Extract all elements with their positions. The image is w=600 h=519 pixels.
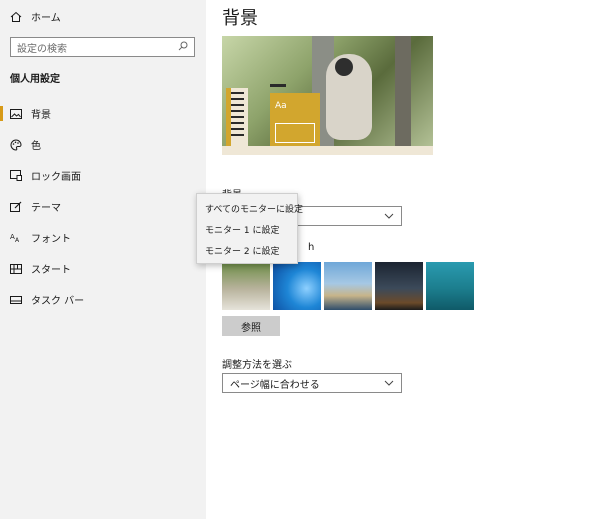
sidebar-item-background[interactable]: 背景 xyxy=(0,98,206,129)
sidebar-item-label: テーマ xyxy=(31,203,61,214)
lock-screen-icon xyxy=(10,170,22,182)
chevron-down-icon xyxy=(384,378,394,389)
sidebar-item-label: ロック画面 xyxy=(31,172,81,183)
background-preview: Aa xyxy=(222,36,433,155)
sidebar-item-color[interactable]: 色 xyxy=(0,129,206,160)
sidebar-item-fonts[interactable]: AA フォント xyxy=(0,222,206,253)
preview-sample-text: Aa xyxy=(275,101,287,111)
page-title: 背景 xyxy=(222,8,258,29)
sidebar-item-label: タスク バー xyxy=(31,296,85,307)
sidebar-item-lock-screen[interactable]: ロック画面 xyxy=(0,160,206,191)
taskbar-icon xyxy=(10,294,22,306)
font-icon: AA xyxy=(10,232,22,244)
fit-label: 調整方法を選ぶ xyxy=(222,360,292,371)
recent-pictures xyxy=(222,262,474,310)
picture-thumbnail[interactable] xyxy=(324,262,372,310)
preview-tree-trunk xyxy=(395,36,411,155)
sidebar-item-label: スタート xyxy=(31,265,71,276)
home-label: ホーム xyxy=(31,13,61,24)
svg-text:A: A xyxy=(15,237,20,243)
context-menu: すべてのモニターに設定 モニター 1 に設定 モニター 2 に設定 xyxy=(196,193,303,264)
sidebar-item-label: 色 xyxy=(31,141,41,152)
sidebar: ホーム 設定の検索 個人用設定 背景 色 ロック画面 テーマ A A フォント … xyxy=(0,0,206,519)
preview-monkey-face xyxy=(335,58,353,76)
browse-button[interactable]: 参照 xyxy=(222,316,280,336)
sidebar-item-label: 背景 xyxy=(31,110,51,121)
picture-thumbnail[interactable] xyxy=(222,262,270,310)
palette-icon xyxy=(10,138,22,151)
sidebar-item-taskbar[interactable]: タスク バー xyxy=(0,284,206,315)
sidebar-item-theme[interactable]: テーマ xyxy=(0,191,206,222)
picture-icon xyxy=(10,108,22,120)
settings-search-input[interactable]: 設定の検索 xyxy=(10,37,195,57)
search-icon xyxy=(178,41,188,54)
picture-thumbnail[interactable] xyxy=(375,262,423,310)
picture-thumbnail[interactable] xyxy=(273,262,321,310)
sidebar-item-label: フォント xyxy=(31,234,71,245)
preview-taskbar xyxy=(222,146,433,155)
chevron-down-icon xyxy=(384,211,394,222)
section-title: 個人用設定 xyxy=(10,74,60,85)
menu-item-set-monitor-1[interactable]: モニター 1 に設定 xyxy=(197,219,297,240)
start-icon xyxy=(10,263,22,275)
preview-tiles xyxy=(275,123,315,143)
search-placeholder: 設定の検索 xyxy=(17,43,67,55)
menu-item-set-all-monitors[interactable]: すべてのモニターに設定 xyxy=(197,198,303,219)
menu-item-set-monitor-2[interactable]: モニター 2 に設定 xyxy=(197,240,297,261)
preview-list-line xyxy=(270,84,286,87)
home-link[interactable]: ホーム xyxy=(10,9,61,24)
sidebar-nav: 背景 色 ロック画面 テーマ AA フォント スタート タスク バー xyxy=(0,98,206,315)
picture-thumbnail[interactable] xyxy=(426,262,474,310)
preview-start-tile: Aa xyxy=(270,93,320,148)
choose-picture-label-text: h xyxy=(308,242,315,253)
sidebar-item-start[interactable]: スタート xyxy=(0,253,206,284)
home-icon xyxy=(10,11,22,23)
fit-dropdown[interactable]: ページ幅に合わせる xyxy=(222,373,402,393)
preview-accent-bar xyxy=(226,88,231,146)
theme-icon xyxy=(10,201,22,213)
fit-value: ページ幅に合わせる xyxy=(230,379,320,391)
